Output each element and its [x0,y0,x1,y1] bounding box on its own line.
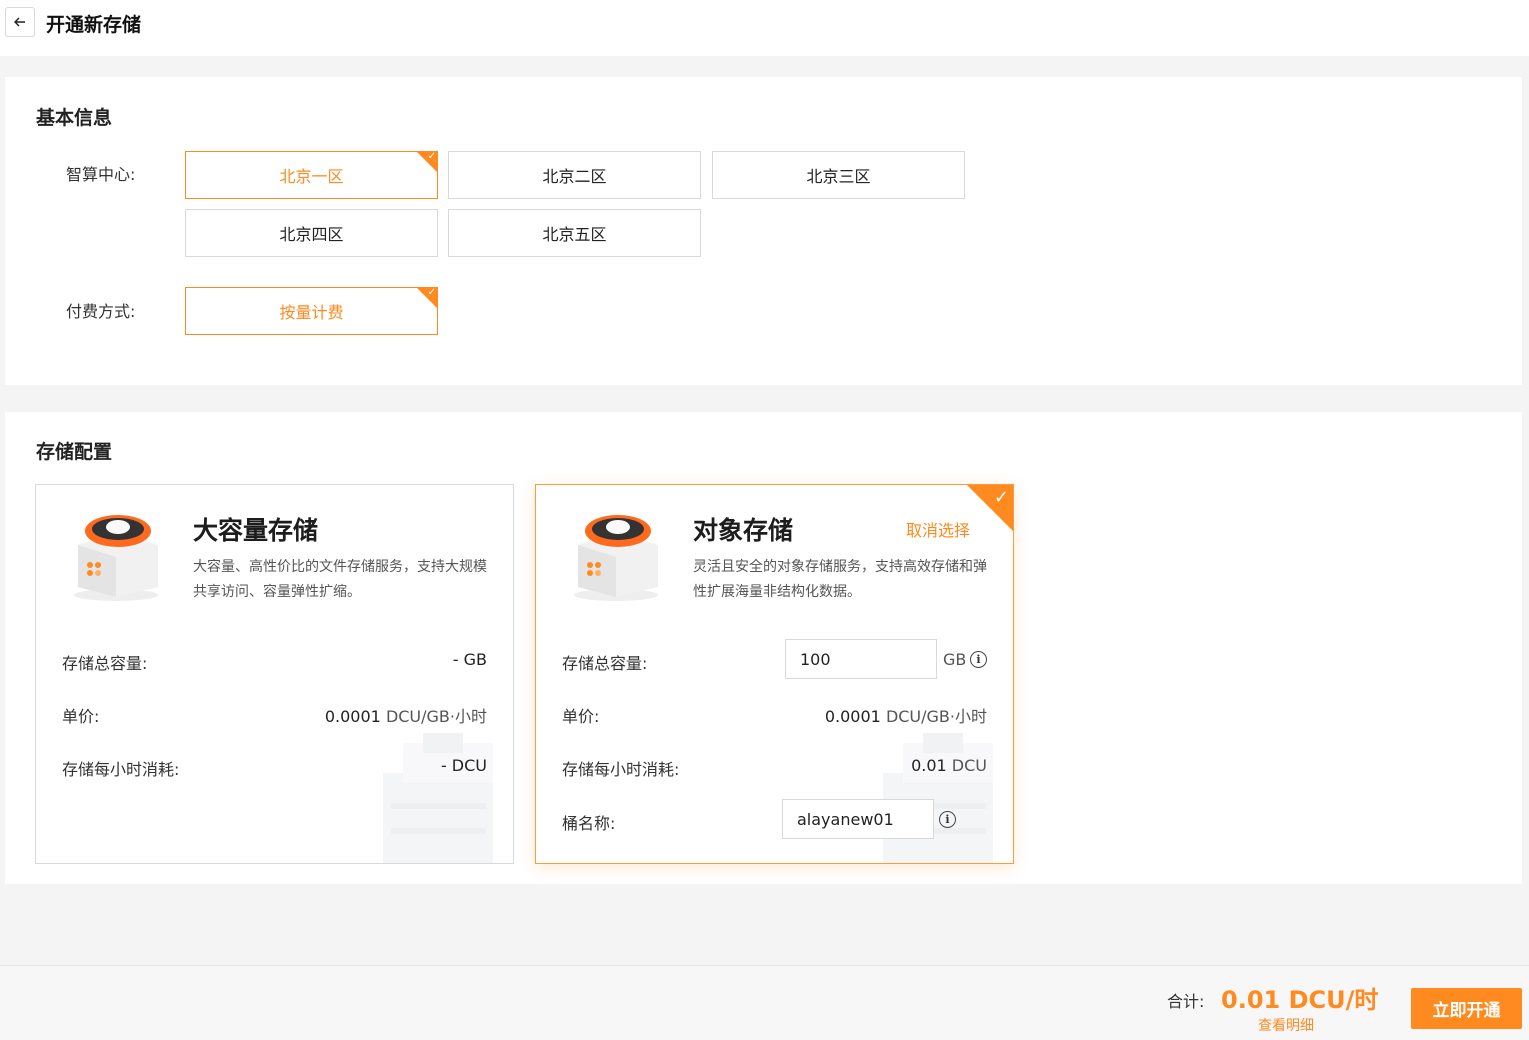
back-button[interactable] [5,7,35,37]
price-value: 0.0001 DCU/GB·小时 [325,703,487,727]
storage-box-icon [74,515,158,601]
capacity-label: 存储总容量: [62,654,148,673]
page-title: 开通新存储 [46,14,142,36]
datacenter-option-label: 北京三区 [806,167,871,186]
check-icon: ✓ [427,287,436,298]
hourly-cost-unit: DCU [951,756,987,775]
datacenter-option-beijing-2[interactable]: 北京二区 [448,151,701,199]
check-icon: ✓ [993,487,1009,508]
server-decoration-icon [383,733,493,863]
hourly-cost-label: 存储每小时消耗: [562,760,680,779]
total-value: 0.01 DCU/时 [1221,986,1379,1014]
footer-bar: 合计: 0.01 DCU/时 查看明细 立即开通 [0,965,1529,1040]
storage-card-object[interactable]: ✓ 对象存储 取消选择 灵活且安全的对象存储服务，支持高效存储和弹性扩展海量非结… [535,484,1014,864]
hourly-cost-label: 存储每小时消耗: [62,760,180,779]
price-unit: DCU/GB·小时 [885,707,987,726]
open-now-button[interactable]: 立即开通 [1411,988,1522,1029]
billing-option-label: 按量计费 [279,303,344,322]
datacenter-option-label: 北京五区 [542,225,607,244]
top-bar: 开通新存储 [0,0,1529,56]
card-title: 大容量存储 [193,516,319,545]
info-icon[interactable]: i [970,651,987,668]
bucket-name-label: 桶名称: [562,814,616,833]
capacity-unit: GB [943,650,967,669]
datacenter-option-beijing-3[interactable]: 北京三区 [712,151,965,199]
card-title: 对象存储 [693,516,794,545]
bucket-name-input[interactable]: alayanew01 [782,799,934,839]
card-description: 大容量、高性价比的文件存储服务，支持大规模共享访问、容量弹性扩缩。 [193,559,487,600]
datacenter-option-beijing-5[interactable]: 北京五区 [448,209,701,257]
price-number: 0.0001 [824,707,881,726]
datacenter-option-label: 北京二区 [542,167,607,186]
capacity-value: - GB [452,650,487,669]
arrow-left-icon [14,17,25,27]
check-icon: ✓ [427,151,436,162]
storage-config-panel: 存储配置 大容量存储 大容量、高性价比的文件存储服务，支持大规模共享访问、容量弹… [5,412,1522,884]
total-label: 合计: [1167,992,1205,1011]
storage-box-icon [574,515,658,601]
basic-info-title: 基本信息 [36,107,113,129]
cancel-selection-link[interactable]: 取消选择 [906,517,970,541]
capacity-input[interactable]: 100 [785,639,937,679]
price-label: 单价: [562,707,600,726]
storage-config-title: 存储配置 [36,441,113,463]
price-unit: DCU/GB·小时 [385,707,487,726]
info-icon[interactable]: i [939,811,956,828]
datacenter-option-label: 北京四区 [279,225,344,244]
price-number: 0.0001 [324,707,381,726]
hourly-cost-value: - DCU [440,756,487,775]
storage-card-large-capacity[interactable]: 大容量存储 大容量、高性价比的文件存储服务，支持大规模共享访问、容量弹性扩缩。 … [35,484,514,864]
datacenter-label: 智算中心: [66,165,136,184]
billing-label: 付费方式: [66,302,136,321]
datacenter-option-label: 北京一区 [279,167,344,186]
datacenter-option-beijing-4[interactable]: 北京四区 [185,209,438,257]
view-details-link[interactable]: 查看明细 [1258,1015,1314,1035]
price-value: 0.0001 DCU/GB·小时 [825,703,987,727]
billing-option-pay-as-you-go[interactable]: 按量计费 ✓ [185,287,438,335]
hourly-cost-number: 0.01 [911,756,947,775]
price-label: 单价: [62,707,100,726]
hourly-cost-value: 0.01 DCU [911,756,987,775]
capacity-label: 存储总容量: [562,654,648,673]
datacenter-option-beijing-1[interactable]: 北京一区 ✓ [185,151,438,199]
card-description: 灵活且安全的对象存储服务，支持高效存储和弹性扩展海量非结构化数据。 [693,559,987,600]
basic-info-panel: 基本信息 智算中心: 北京一区 ✓ 北京二区 北京三区 北京四区 北京五区 付费… [5,77,1522,385]
